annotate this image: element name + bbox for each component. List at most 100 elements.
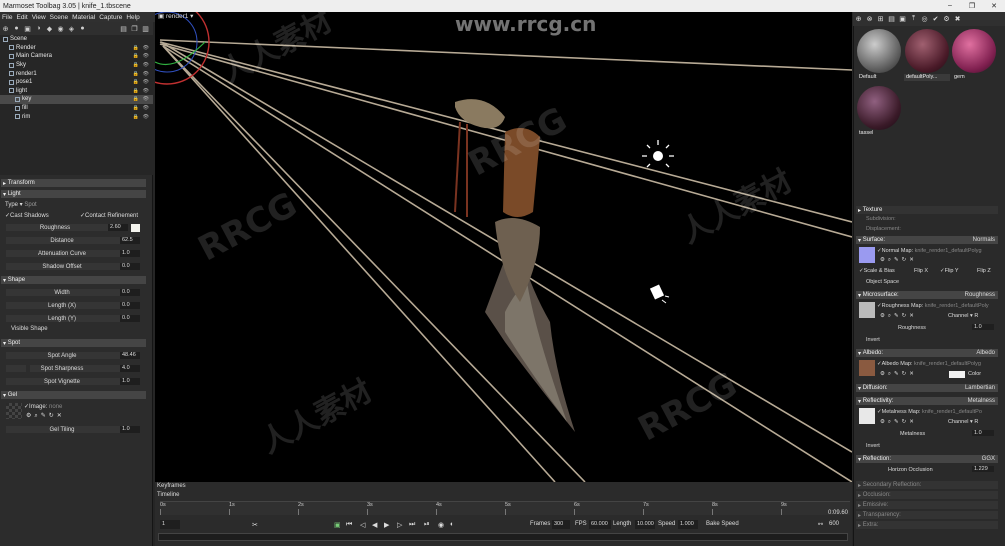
folder-icon[interactable]: ▤ bbox=[118, 25, 129, 33]
timeline-scrollbar[interactable] bbox=[158, 533, 848, 541]
gel-tiling-slider[interactable]: Gel Tiling 1.0 bbox=[0, 425, 146, 434]
length-x-slider[interactable]: Length (X) 0.0 bbox=[0, 301, 146, 310]
menu-view[interactable]: View bbox=[30, 14, 48, 21]
section-spot[interactable]: ▾ Spot bbox=[1, 339, 146, 347]
menu-edit[interactable]: Edit bbox=[14, 14, 29, 21]
eye-icon[interactable]: 👁 bbox=[143, 79, 149, 85]
close-button[interactable]: ✕ bbox=[983, 2, 1005, 10]
menu-capture[interactable]: Capture bbox=[97, 14, 124, 21]
subdivision-row[interactable]: Subdivision: bbox=[866, 216, 896, 222]
section-value[interactable]: Albedo bbox=[976, 350, 998, 356]
color-swatch[interactable] bbox=[131, 223, 140, 232]
loop-icon[interactable]: ▣ bbox=[334, 521, 341, 529]
attenuation-slider[interactable]: Attenuation Curve 1.0 bbox=[0, 249, 146, 258]
picker-icon[interactable]: ◎ bbox=[919, 15, 930, 23]
length-y-slider[interactable]: Length (Y) 0.0 bbox=[0, 314, 146, 323]
contact-refinement-checkbox[interactable]: ✓Contact Refinement bbox=[80, 212, 138, 219]
material-ball-tassel[interactable] bbox=[857, 86, 901, 130]
visible-shape-checkbox[interactable]: Visible Shape bbox=[11, 326, 48, 332]
section-microsurface[interactable]: ▾ Microsurface: Roughness bbox=[856, 291, 998, 299]
section-secondary-reflection[interactable]: ▸ Secondary Reflection: bbox=[856, 481, 998, 489]
eye-icon[interactable]: 👁 bbox=[143, 71, 149, 77]
invert-checkbox[interactable]: Invert bbox=[866, 337, 880, 343]
camera-selector[interactable]: ▣ render1 ▾ bbox=[155, 12, 235, 22]
section-extra[interactable]: ▸ Extra: bbox=[856, 521, 998, 529]
outliner-item[interactable]: fill 🔒 👁 bbox=[0, 104, 153, 113]
distance-slider[interactable]: Distance 62.5 bbox=[0, 236, 146, 245]
section-emissive[interactable]: ▸ Emissive: bbox=[856, 501, 998, 509]
lock-icon[interactable]: 🔒 bbox=[133, 62, 139, 68]
object-space-checkbox[interactable]: Object Space bbox=[866, 279, 899, 285]
invert-checkbox[interactable]: Invert bbox=[866, 443, 880, 449]
outliner-item[interactable]: render1 🔒 👁 bbox=[0, 69, 153, 78]
section-value[interactable]: Metalness bbox=[968, 398, 998, 404]
menu-material[interactable]: Material bbox=[70, 14, 97, 21]
timeline-ruler[interactable]: 0s 1s 2s 3s 4s 5s 6s 7s 8s 9s bbox=[160, 501, 850, 515]
prop-value[interactable]: 0.0 bbox=[120, 263, 140, 270]
metalness-map-thumbnail[interactable] bbox=[859, 408, 875, 424]
prop-value[interactable]: 2.60 bbox=[108, 224, 128, 231]
section-reflection[interactable]: ▾ Reflection: GGX bbox=[856, 455, 998, 463]
albedo-map-thumbnail[interactable] bbox=[859, 360, 875, 376]
scissors-icon[interactable]: ✂ bbox=[252, 521, 258, 529]
next-key-icon[interactable]: ▷ bbox=[397, 521, 402, 529]
duplicate-icon[interactable]: ⊗ bbox=[864, 15, 875, 23]
displacement-row[interactable]: Displacement: bbox=[866, 226, 901, 232]
next-frame-icon[interactable]: ⏭ bbox=[409, 521, 415, 529]
outliner-item[interactable]: light 🔒 👁 bbox=[0, 87, 153, 96]
delete-icon[interactable]: ✖ bbox=[952, 15, 963, 23]
first-frame-icon[interactable]: ⏮ bbox=[346, 521, 352, 529]
prev-key-icon[interactable]: ◀ bbox=[372, 521, 377, 529]
section-light[interactable]: ▾ Light bbox=[1, 190, 146, 198]
link-icon[interactable]: ⚯ bbox=[818, 521, 823, 528]
add-material-icon[interactable]: ⊕ bbox=[853, 15, 864, 23]
outliner-item[interactable]: Main Camera 🔒 👁 bbox=[0, 52, 153, 61]
roughness-value[interactable]: 1.0 bbox=[972, 324, 994, 330]
cast-shadows-checkbox[interactable]: ✓Cast Shadows bbox=[5, 212, 49, 219]
metalness-map-tools[interactable]: ⚙⌕✎↻✕ bbox=[880, 419, 917, 426]
outliner-item[interactable]: Scene bbox=[0, 35, 153, 44]
speed-field[interactable]: 1.000 bbox=[678, 520, 698, 529]
eye-icon[interactable]: 👁 bbox=[143, 45, 149, 51]
play-icon[interactable]: ▶ bbox=[384, 521, 389, 529]
roughness-map-tools[interactable]: ⚙⌕✎↻✕ bbox=[880, 313, 917, 320]
outliner-item[interactable]: pose1 🔒 👁 bbox=[0, 78, 153, 87]
lock-icon[interactable]: 🔒 bbox=[133, 88, 139, 94]
roughness-map-row[interactable]: ✓Roughness Map: knife_render1_defaultPol… bbox=[877, 303, 989, 309]
copy-icon[interactable]: ❐ bbox=[129, 25, 140, 33]
normal-map-thumbnail[interactable] bbox=[859, 247, 875, 263]
lock-icon[interactable]: 🔒 bbox=[133, 105, 139, 111]
roughness-map-thumbnail[interactable] bbox=[859, 302, 875, 318]
material-icon[interactable]: ◉ bbox=[55, 25, 66, 33]
section-shape[interactable]: ▾ Shape bbox=[1, 276, 146, 284]
merge-icon[interactable]: ⊞ bbox=[875, 15, 886, 23]
prop-value[interactable]: 0.0 bbox=[120, 289, 140, 296]
prop-value[interactable]: 0.0 bbox=[120, 302, 140, 309]
sphere-icon[interactable]: ● bbox=[77, 25, 88, 32]
prop-value[interactable]: 1.0 bbox=[120, 250, 140, 257]
metalness-value[interactable]: 1.0 bbox=[972, 430, 994, 436]
material-ball-defaultpoly[interactable] bbox=[905, 29, 949, 73]
section-reflectivity[interactable]: ▾ Reflectivity: Metalness bbox=[856, 397, 998, 405]
spot-vignette-slider[interactable]: Spot Vignette 1.0 bbox=[0, 377, 146, 386]
section-texture[interactable]: ▸ Texture bbox=[856, 206, 998, 214]
outliner-item[interactable]: key 🔒 👁 bbox=[0, 95, 153, 104]
last-frame-icon[interactable]: ⏯ bbox=[424, 521, 430, 529]
material-ball-gem[interactable] bbox=[952, 29, 996, 73]
maximize-button[interactable]: ❐ bbox=[961, 2, 983, 10]
spot-angle-slider[interactable]: Spot Angle 48.46 bbox=[0, 351, 146, 360]
section-transparency[interactable]: ▸ Transparency: bbox=[856, 511, 998, 519]
prop-value[interactable]: 1.0 bbox=[120, 426, 140, 433]
flip-y-checkbox[interactable]: ✓Flip Y bbox=[940, 268, 959, 274]
eye-icon[interactable]: 👁 bbox=[143, 88, 149, 94]
spot-light-icon[interactable] bbox=[649, 284, 670, 304]
roughness-slider[interactable]: Roughness 2.60 bbox=[0, 223, 146, 232]
minimize-button[interactable]: – bbox=[939, 2, 961, 10]
menu-file[interactable]: File bbox=[0, 14, 14, 21]
gel-tools[interactable]: ⚙⌕✎↻✕ bbox=[26, 412, 65, 420]
lock-icon[interactable]: 🔒 bbox=[133, 71, 139, 77]
metalness-map-row[interactable]: ✓Metalness Map: knife_render1_defaultPo bbox=[877, 409, 982, 415]
sky-icon[interactable]: ◑ bbox=[33, 25, 44, 32]
folder-icon[interactable]: ▤ bbox=[886, 15, 897, 23]
spot-sharpness-slider[interactable]: Spot Sharpness 4.0 bbox=[0, 364, 146, 373]
